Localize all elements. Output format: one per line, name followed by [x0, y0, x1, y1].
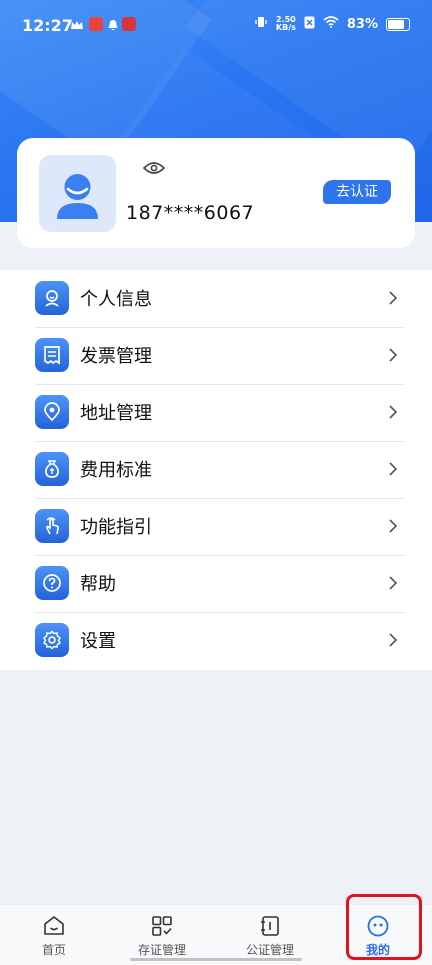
tab-label: 首页 — [41, 943, 66, 957]
battery-percent: 83% — [346, 16, 378, 32]
menu-item-label: 个人信息 — [80, 289, 152, 310]
person-icon — [35, 281, 69, 315]
vibrate-icon — [254, 15, 268, 33]
app-notification-icon — [89, 17, 103, 31]
tab-evidence[interactable]: 存证管理 — [108, 905, 216, 965]
menu-item-personal-info[interactable]: 个人信息 — [35, 270, 404, 328]
menu-item-label: 功能指引 — [80, 517, 152, 538]
highlight-box — [346, 894, 422, 960]
grid-check-icon — [152, 916, 172, 936]
menu-item-fees[interactable]: 费用标准 — [35, 441, 404, 499]
app-notification-icon-2 — [122, 17, 136, 31]
chevron-right-icon — [388, 518, 398, 538]
avatar[interactable] — [39, 155, 116, 232]
menu-item-label: 设置 — [80, 631, 116, 652]
tab-label: 存证管理 — [137, 943, 186, 957]
crown-icon — [70, 17, 84, 31]
chevron-right-icon — [388, 404, 398, 424]
verify-button[interactable]: 去认证 — [323, 180, 391, 204]
chevron-right-icon — [388, 461, 398, 481]
hand-pointer-icon — [35, 509, 69, 543]
menu-item-help[interactable]: 帮助 — [35, 555, 404, 613]
location-pin-icon — [35, 395, 69, 429]
status-right: 2.50 KB/s 83% — [254, 15, 410, 33]
eye-icon[interactable] — [142, 160, 166, 180]
home-icon — [44, 916, 64, 935]
bell-icon — [106, 17, 120, 31]
phone-number: 187****6067 — [126, 202, 255, 224]
menu-item-address[interactable]: 地址管理 — [35, 384, 404, 442]
tab-notary[interactable]: 公证管理 — [216, 905, 324, 965]
menu-item-settings[interactable]: 设置 — [35, 612, 404, 669]
tab-label: 公证管理 — [245, 943, 294, 957]
gear-icon — [35, 623, 69, 657]
wifi-icon — [323, 16, 339, 32]
battery-icon — [386, 17, 410, 31]
menu-item-label: 地址管理 — [80, 403, 152, 424]
money-bag-icon — [35, 452, 69, 486]
invoice-icon — [35, 338, 69, 372]
chevron-right-icon — [388, 347, 398, 367]
status-bar: 12:27 2.50 KB/s 83% — [0, 0, 432, 52]
menu-list: 个人信息 发票管理 地址管理 费用标准 功能指引 帮助 设置 — [0, 270, 432, 670]
net-speed-unit: KB/s — [275, 23, 296, 32]
net-speed: 2.50 KB/s — [276, 16, 296, 32]
no-sim-icon — [304, 16, 315, 33]
chevron-right-icon — [388, 632, 398, 652]
profile-card: 187****6067 去认证 — [17, 138, 415, 248]
menu-item-invoice[interactable]: 发票管理 — [35, 327, 404, 385]
menu-item-guide[interactable]: 功能指引 — [35, 498, 404, 556]
home-indicator — [130, 958, 302, 961]
chevron-right-icon — [388, 575, 398, 595]
menu-item-label: 发票管理 — [80, 346, 152, 367]
menu-item-label: 帮助 — [80, 574, 116, 595]
chevron-right-icon — [388, 290, 398, 310]
question-icon — [35, 566, 69, 600]
default-avatar-icon — [57, 174, 98, 219]
notebook-icon — [261, 916, 279, 936]
tab-home[interactable]: 首页 — [0, 905, 108, 965]
status-time: 12:27 — [22, 16, 73, 35]
menu-item-label: 费用标准 — [80, 460, 152, 481]
